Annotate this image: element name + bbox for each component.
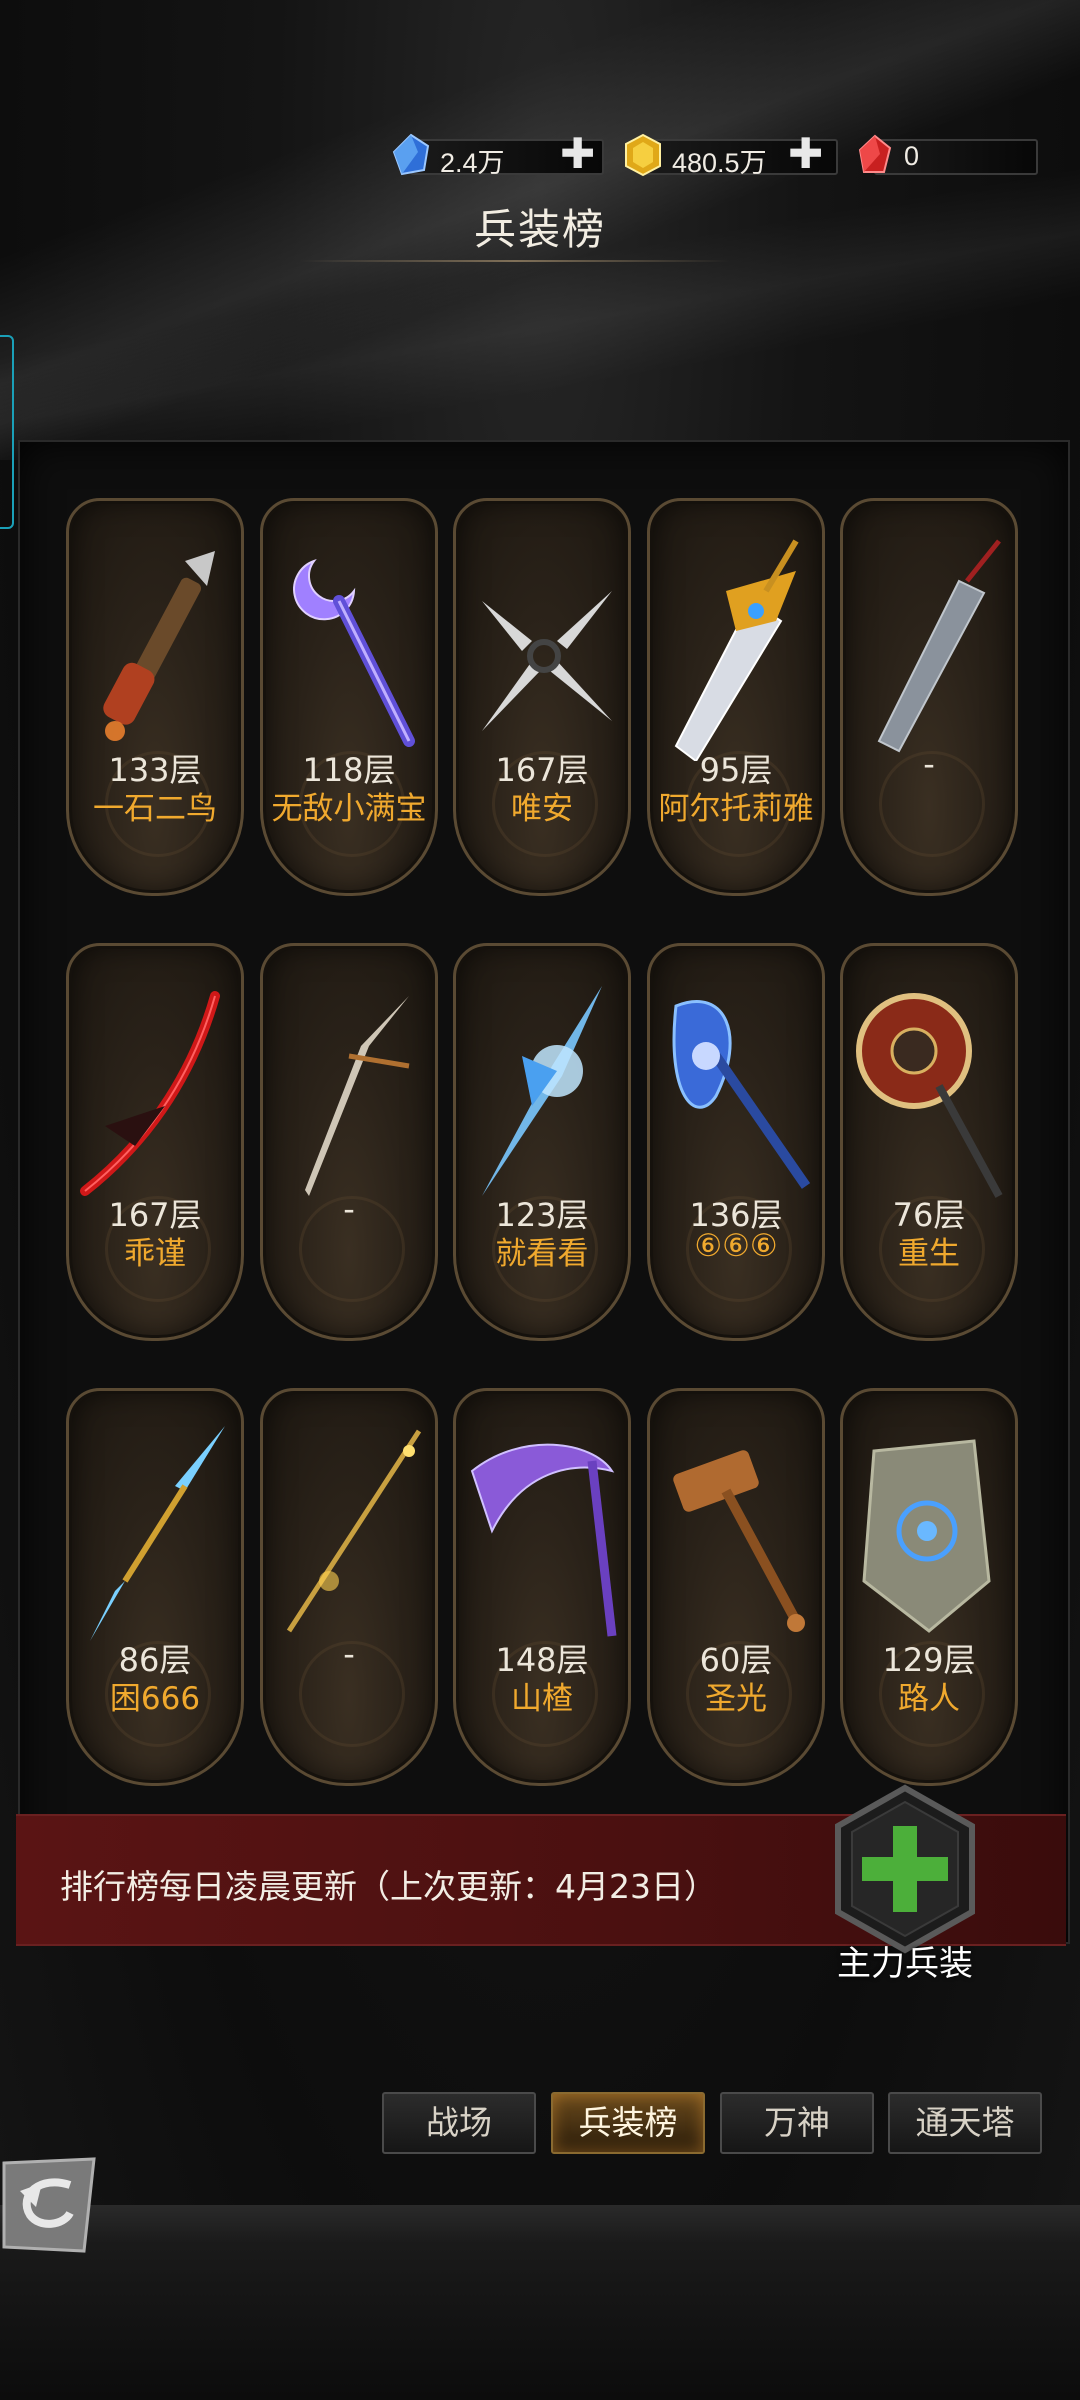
card-owner: 路人 (898, 1681, 960, 1717)
bronze-hammer-icon (673, 1450, 805, 1632)
gold-crystal-icon (625, 133, 661, 177)
winged-greatsword-icon (674, 539, 799, 761)
card-owner: 就看看 (495, 1236, 589, 1272)
weapon-card[interactable]: 167层 乖谨 (66, 943, 244, 1341)
weapon-card[interactable]: 118层 无敌小满宝 (260, 498, 438, 896)
add-currency-button[interactable]: ✚ (788, 133, 823, 175)
card-owner: 圣光 (705, 1681, 767, 1717)
weapon-card[interactable]: 86层 困666 (66, 1388, 244, 1786)
card-owner: 唯安 (511, 791, 573, 827)
tab-sky-tower[interactable]: 通天塔 (888, 2092, 1042, 2154)
card-owner: 一石二鸟 (93, 791, 217, 827)
currency-bar (874, 139, 1038, 175)
weapon-card[interactable]: - (260, 943, 438, 1341)
weapon-card[interactable]: 129层 路人 (840, 1388, 1018, 1786)
card-owner: 困666 (109, 1681, 201, 1717)
curved-sword-icon (305, 996, 410, 1196)
broadsword-icon (877, 539, 1001, 753)
currency-value: 480.5万 (672, 148, 767, 178)
main-weapon-button[interactable] (830, 1784, 980, 1954)
tab-battlefield[interactable]: 战场 (382, 2092, 536, 2154)
add-currency-button[interactable]: ✚ (560, 133, 595, 175)
back-button[interactable] (0, 2155, 98, 2255)
card-owner: 阿尔托莉雅 (658, 791, 814, 827)
page-title: 兵装榜 (473, 205, 606, 254)
stone-shield-icon (862, 1439, 991, 1633)
cross-blades-icon (482, 591, 612, 731)
card-owner: ⑥⑥⑥ (694, 1228, 778, 1264)
weapon-card[interactable]: - (260, 1388, 438, 1786)
card-owner: 山楂 (511, 1681, 573, 1717)
weapon-card[interactable]: 136层 ⑥⑥⑥ (647, 943, 825, 1341)
currency-value: 2.4万 (440, 148, 505, 178)
currency-blue: 2.4万 ✚ (388, 132, 604, 178)
card-owner: 乖谨 (124, 1236, 186, 1272)
weapon-card[interactable]: 148层 山楂 (453, 1388, 631, 1786)
purple-scythe-icon (470, 1443, 617, 1637)
golden-spear-icon (286, 1429, 422, 1633)
currency-gold: 480.5万 ✚ (620, 132, 838, 178)
weapon-card[interactable]: 60层 圣光 (647, 1388, 825, 1786)
ice-crystal-spear-icon (482, 986, 602, 1196)
weapon-card[interactable]: 133层 一石二鸟 (66, 498, 244, 896)
lightning-spear-icon (90, 1426, 225, 1641)
tab-pantheon[interactable]: 万神 (720, 2092, 874, 2154)
currency-red: 0 (852, 132, 1038, 176)
card-floor: - (343, 1635, 355, 1673)
currency-value: 0 (904, 141, 920, 171)
red-crystal-icon (858, 134, 892, 173)
crescent-staff-icon (293, 558, 415, 747)
card-owner: 无敌小满宝 (271, 791, 427, 827)
weapon-card[interactable]: - (840, 498, 1018, 896)
ground-decoration (0, 2205, 1080, 2400)
main-weapon-label: 主力兵装 (837, 1944, 973, 1984)
update-notice-text: 排行榜每日凌晨更新（上次更新：4月23日） (60, 1867, 717, 1906)
weapon-card[interactable]: 167层 唯安 (453, 498, 631, 896)
weapon-card[interactable]: 123层 就看看 (453, 943, 631, 1341)
sun-mace-icon (856, 993, 1003, 1198)
crimson-katana-icon (80, 991, 220, 1196)
side-tab-edge[interactable] (0, 335, 14, 529)
weapon-card[interactable]: 76层 重生 (840, 943, 1018, 1341)
blue-flame-axe-icon (672, 1000, 811, 1189)
card-floor: - (343, 1190, 355, 1228)
axe-rifle-icon (103, 551, 215, 741)
title-divider (300, 260, 730, 262)
card-owner: 重生 (898, 1236, 960, 1272)
card-floor: - (923, 745, 935, 783)
tab-weapon-ranking[interactable]: 兵装榜 (551, 2092, 705, 2154)
blue-crystal-icon (392, 133, 430, 176)
weapon-card[interactable]: 95层 阿尔托莉雅 (647, 498, 825, 896)
